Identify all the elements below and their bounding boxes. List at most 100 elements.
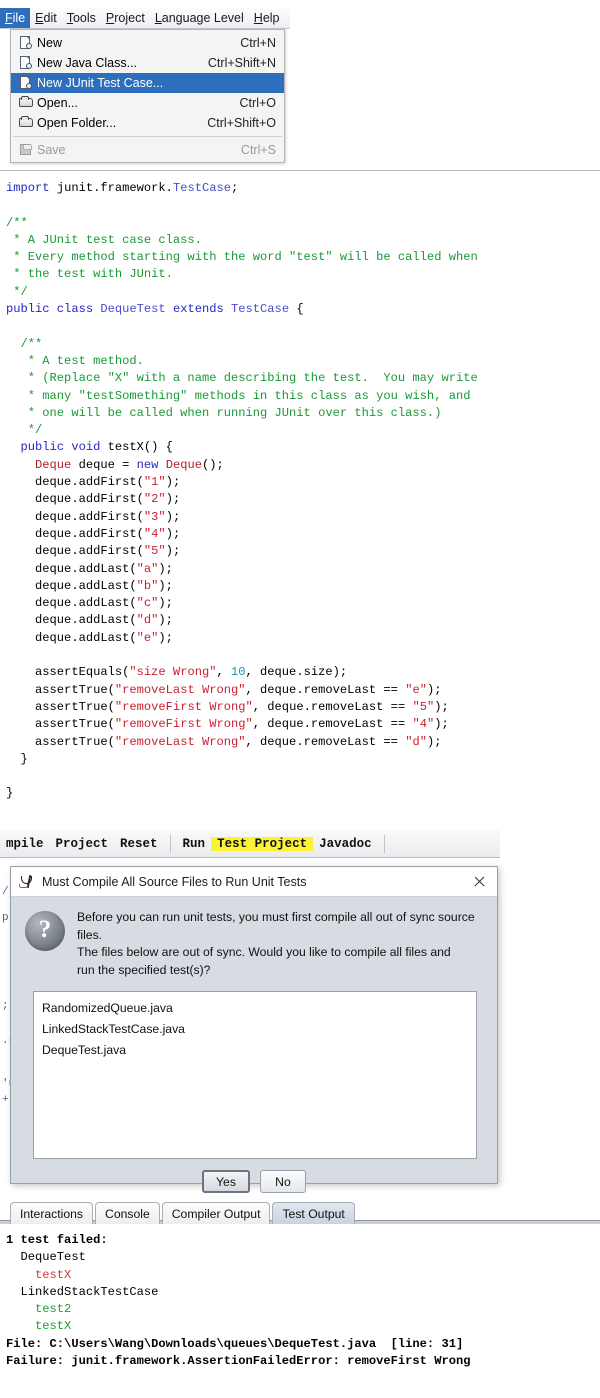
code-token: "4" — [144, 527, 166, 541]
code-token: "b" — [137, 579, 159, 593]
code-editor[interactable]: import junit.framework.TestCase; /** * A… — [0, 176, 600, 826]
code-token: * many "testSomething" methods in this c… — [6, 389, 470, 403]
new-file-icon — [17, 75, 37, 91]
toolbar-project[interactable]: Project — [50, 837, 115, 851]
list-item[interactable]: RandomizedQueue.java — [42, 998, 468, 1019]
menu-help[interactable]: Help — [249, 8, 285, 28]
code-token: "d" — [137, 613, 159, 627]
code-token: "2" — [144, 492, 166, 506]
menu-item-label: Open Folder... — [37, 116, 207, 130]
junit-icon — [19, 874, 35, 890]
code-token: TestCase — [173, 181, 231, 195]
toolbar-javadoc[interactable]: Javadoc — [313, 837, 378, 851]
menu-language-level[interactable]: Language Level — [150, 8, 249, 28]
code-token: "1" — [144, 475, 166, 489]
dialog-message-row: ? Before you can run unit tests, you mus… — [25, 909, 483, 979]
code-token: */ — [6, 285, 28, 299]
code-token: File: C:\Users\Wang\Downloads\queues\Deq… — [6, 1337, 463, 1351]
menu-separator — [13, 136, 282, 137]
file-menu-dropdown[interactable]: NewCtrl+NNew Java Class...Ctrl+Shift+NNe… — [10, 29, 285, 163]
toolbar-reset[interactable]: Reset — [114, 837, 164, 851]
menu-tools[interactable]: Tools — [62, 8, 101, 28]
code-token: /** — [6, 216, 28, 230]
new-file-icon — [17, 35, 37, 51]
source-code: import junit.framework.TestCase; /** * A… — [0, 176, 600, 803]
code-token: "removeFirst Wrong" — [115, 700, 253, 714]
toolbar-mpile[interactable]: mpile — [0, 837, 50, 851]
dialog-message-line: run the specified test(s)? — [77, 962, 483, 980]
test-output-panel[interactable]: 1 test failed: DequeTest testX LinkedSta… — [0, 1228, 600, 1398]
code-token: * Every method starting with the word "t… — [6, 250, 478, 264]
question-mark-icon: ? — [25, 911, 65, 951]
list-item[interactable]: LinkedStackTestCase.java — [42, 1019, 468, 1040]
code-token: * one will be called when running JUnit … — [6, 406, 441, 420]
code-token: "removeFirst Wrong" — [115, 717, 253, 731]
code-token: public class — [6, 302, 100, 316]
dialog-button-row: Yes No — [25, 1170, 483, 1193]
list-item[interactable]: DequeTest.java — [42, 1040, 468, 1061]
background-code-fragment: / — [2, 886, 9, 898]
menu-mnemonic: E — [35, 11, 43, 25]
no-button[interactable]: No — [260, 1170, 306, 1193]
dialog-message-line: Before you can run unit tests, you must … — [77, 909, 483, 944]
menu-item-open-folder[interactable]: Open Folder...Ctrl+Shift+O — [11, 113, 284, 133]
menu-item-shortcut: Ctrl+S — [241, 143, 276, 157]
code-token: import — [6, 181, 57, 195]
code-token: "e" — [405, 683, 427, 697]
menu-item-new[interactable]: NewCtrl+N — [11, 33, 284, 53]
menu-mnemonic: F — [5, 11, 13, 25]
code-token: testX — [6, 1268, 71, 1282]
code-token: "d" — [405, 735, 427, 749]
code-token: new — [137, 458, 166, 472]
menu-file[interactable]: File — [0, 8, 30, 28]
output-tab-strip[interactable]: InteractionsConsoleCompiler OutputTest O… — [0, 1196, 600, 1224]
code-token: * A test method. — [6, 354, 144, 368]
menu-edit[interactable]: Edit — [30, 8, 62, 28]
tab-console[interactable]: Console — [95, 1202, 160, 1224]
code-token: 1 test failed: — [6, 1233, 108, 1247]
code-token: Deque — [166, 458, 202, 472]
background-code-fragment: ; — [2, 1000, 9, 1012]
menu-mnemonic: H — [254, 11, 263, 25]
tab-interactions[interactable]: Interactions — [10, 1202, 93, 1224]
yes-button[interactable]: Yes — [202, 1170, 250, 1193]
folder-open-icon — [17, 115, 37, 131]
tab-compiler-output[interactable]: Compiler Output — [162, 1202, 271, 1224]
tab-test-output[interactable]: Test Output — [272, 1202, 354, 1224]
menu-mnemonic: P — [106, 11, 114, 25]
code-token: "a" — [137, 562, 159, 576]
menu-item-new-junit-test-case[interactable]: New JUnit Test Case... — [11, 73, 284, 93]
new-file-icon — [17, 55, 37, 71]
code-token: "removeLast Wrong" — [115, 683, 246, 697]
menu-item-new-java-class[interactable]: New Java Class...Ctrl+Shift+N — [11, 53, 284, 73]
close-icon[interactable] — [469, 871, 491, 893]
dialog-title-bar: Must Compile All Source Files to Run Uni… — [11, 867, 497, 897]
code-token: "removeLast Wrong" — [115, 735, 246, 749]
save-disk-icon — [17, 142, 37, 158]
code-token: testX — [6, 1319, 71, 1333]
background-code-fragment: p — [2, 912, 9, 924]
menu-project[interactable]: Project — [101, 8, 150, 28]
menu-mnemonic: T — [67, 11, 73, 25]
menu-item-save: SaveCtrl+S — [11, 140, 284, 160]
code-token: * (Replace "X" with a name describing th… — [6, 371, 478, 385]
toolbar-run[interactable]: Run — [177, 837, 212, 851]
code-token: test2 — [6, 1302, 71, 1316]
menu-item-open[interactable]: Open...Ctrl+O — [11, 93, 284, 113]
compile-required-dialog[interactable]: Must Compile All Source Files to Run Uni… — [10, 866, 498, 1184]
code-token: "4" — [412, 717, 434, 731]
menu-item-shortcut: Ctrl+N — [240, 36, 276, 50]
out-of-sync-file-list[interactable]: RandomizedQueue.javaLinkedStackTestCase.… — [33, 991, 477, 1159]
run-toolbar[interactable]: mpileProjectReset RunTest ProjectJavadoc — [0, 830, 500, 858]
dialog-message: Before you can run unit tests, you must … — [77, 909, 483, 979]
code-token: Failure: junit.framework.AssertionFailed… — [6, 1354, 470, 1368]
toolbar-divider — [384, 835, 385, 853]
code-token: "c" — [137, 596, 159, 610]
code-token: DequeTest — [100, 302, 165, 316]
code-token: /** — [6, 337, 42, 351]
toolbar-test-project[interactable]: Test Project — [211, 837, 313, 851]
code-token: "3" — [144, 510, 166, 524]
code-token: TestCase — [231, 302, 289, 316]
menu-mnemonic: L — [155, 11, 162, 25]
code-token: "size Wrong" — [129, 665, 216, 679]
